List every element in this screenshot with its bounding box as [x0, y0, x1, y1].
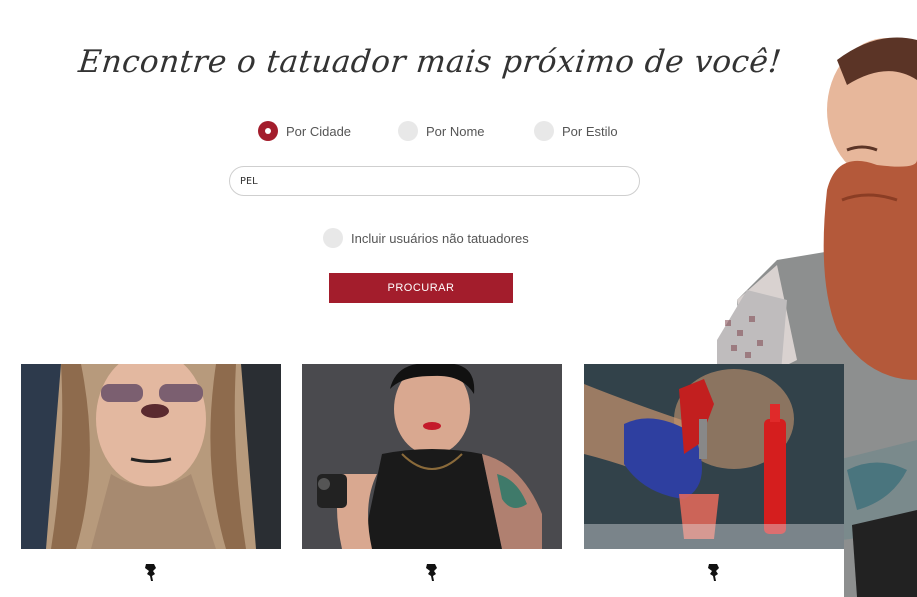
radio-unchecked-icon [323, 228, 343, 248]
radio-por-estilo[interactable]: Por Estilo [534, 121, 618, 141]
search-button[interactable]: PROCURAR [329, 273, 513, 303]
radio-checked-icon [258, 121, 278, 141]
artist-card[interactable] [584, 364, 844, 597]
artist-photo[interactable] [584, 364, 844, 549]
include-non-tattoo-toggle[interactable]: Incluir usuários não tatuadores [323, 228, 529, 248]
search-input[interactable] [229, 166, 640, 196]
radio-label: Por Estilo [562, 123, 618, 139]
search-mode-radio-group: Por Cidade Por Nome Por Estilo [258, 121, 618, 141]
artist-card[interactable] [21, 364, 281, 597]
page-headline: Encontre o tatuador mais próximo de você… [76, 44, 784, 80]
artist-photo[interactable] [21, 364, 281, 549]
artist-card[interactable] [302, 364, 562, 597]
artist-photo[interactable] [302, 364, 562, 549]
tattoo-machine-icon [426, 564, 437, 581]
radio-por-cidade[interactable]: Por Cidade [258, 121, 398, 141]
radio-unchecked-icon [398, 121, 418, 141]
radio-unchecked-icon [534, 121, 554, 141]
tattoo-machine-icon [708, 564, 719, 581]
radio-label: Por Nome [426, 123, 485, 139]
radio-label: Por Cidade [286, 123, 352, 139]
radio-por-nome[interactable]: Por Nome [398, 121, 534, 141]
tattoo-machine-icon [145, 564, 156, 581]
include-non-tattoo-label: Incluir usuários não tatuadores [351, 230, 529, 246]
